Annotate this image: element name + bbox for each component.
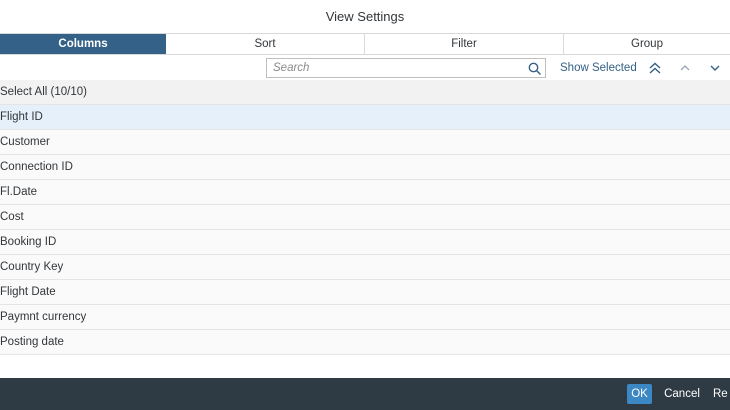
select-all-row[interactable]: Select All (10/10) bbox=[0, 80, 730, 105]
list-item[interactable]: Customer bbox=[0, 130, 730, 155]
ok-button[interactable]: OK bbox=[627, 384, 652, 404]
list-item[interactable]: Paymnt currency bbox=[0, 305, 730, 330]
list-item[interactable]: Country Key bbox=[0, 255, 730, 280]
chevron-down-icon[interactable] bbox=[707, 60, 723, 76]
search-field bbox=[266, 58, 546, 78]
show-selected-button[interactable]: Show Selected bbox=[560, 60, 637, 76]
list-item[interactable]: Posting date bbox=[0, 330, 730, 355]
list-item[interactable]: Cost bbox=[0, 205, 730, 230]
tab-group[interactable]: Group bbox=[564, 34, 730, 54]
double-chevron-up-icon[interactable] bbox=[647, 60, 663, 76]
dialog-footer: OK Cancel Re bbox=[0, 378, 730, 410]
cancel-button[interactable]: Cancel bbox=[663, 384, 701, 404]
chevron-up-icon[interactable] bbox=[677, 60, 693, 76]
search-input[interactable] bbox=[267, 60, 525, 76]
columns-toolbar: Show Selected bbox=[0, 55, 730, 82]
search-icon[interactable] bbox=[525, 59, 543, 77]
list-item[interactable]: Connection ID bbox=[0, 155, 730, 180]
list-item[interactable]: Booking ID bbox=[0, 230, 730, 255]
tab-bar: Columns Sort Filter Group bbox=[0, 33, 730, 55]
column-list: Select All (10/10) Flight ID Customer Co… bbox=[0, 80, 730, 355]
list-item[interactable]: Flight Date bbox=[0, 280, 730, 305]
list-item[interactable]: Fl.Date bbox=[0, 180, 730, 205]
tab-sort[interactable]: Sort bbox=[166, 34, 365, 54]
dialog-title: View Settings bbox=[0, 0, 730, 33]
tab-columns[interactable]: Columns bbox=[0, 34, 166, 54]
list-item[interactable]: Flight ID bbox=[0, 105, 730, 130]
tab-filter[interactable]: Filter bbox=[365, 34, 564, 54]
view-settings-dialog: View Settings Columns Sort Filter Group … bbox=[0, 0, 730, 410]
reset-button[interactable]: Re bbox=[713, 384, 730, 404]
